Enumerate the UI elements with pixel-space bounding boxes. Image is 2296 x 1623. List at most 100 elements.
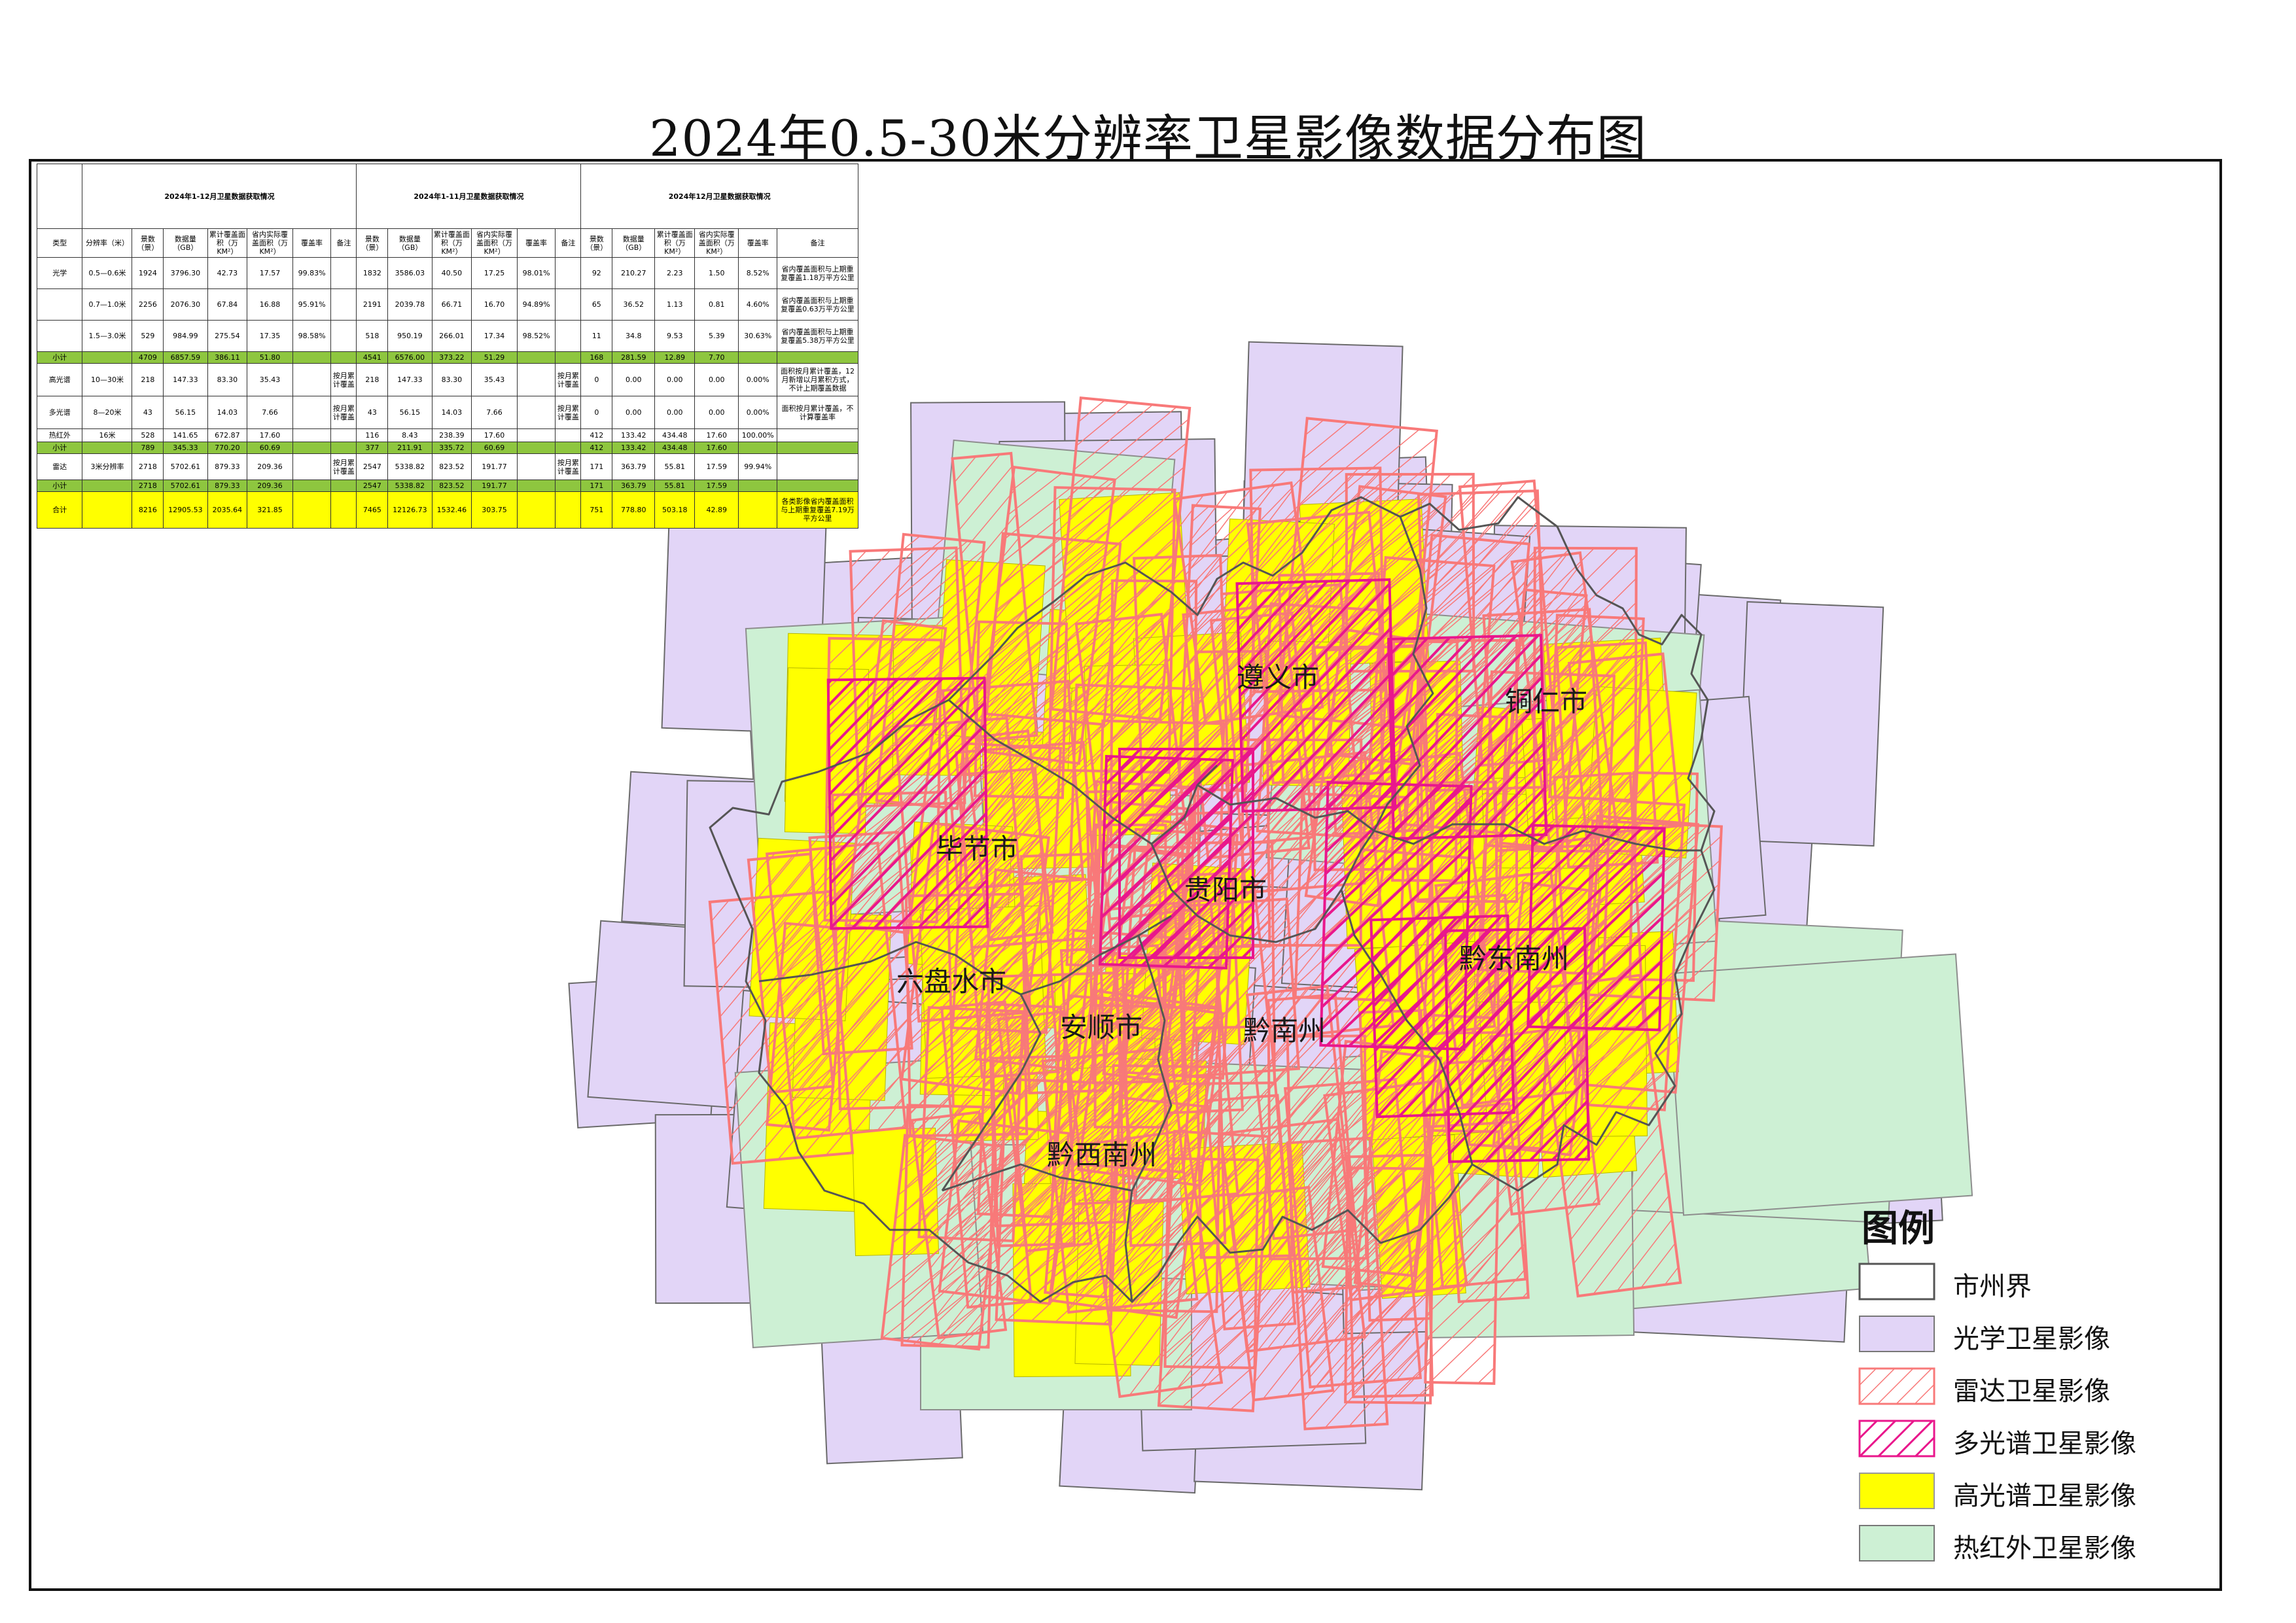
table-cell: 518 (356, 320, 389, 352)
table-cell (292, 363, 332, 396)
table-cell (292, 396, 332, 429)
table-cell (292, 442, 332, 454)
table-cell: 2191 (356, 288, 389, 321)
table-cell: 7465 (356, 491, 389, 529)
table-cell: 0.00 (612, 396, 656, 429)
city-label: 黔西南州 (1047, 1139, 1157, 1171)
table-cell (738, 351, 777, 364)
city-label: 铜仁市 (1505, 686, 1587, 718)
table-cell: 133.42 (612, 428, 656, 442)
table-cell: 0.81 (694, 288, 739, 321)
table-cell (555, 491, 582, 529)
table-cell (555, 428, 582, 442)
table-row: 小计 2718 5702.61 879.33 209.36 2547 5338.82 823.… (36, 480, 858, 492)
optical-footprint (1737, 601, 1884, 847)
table-column-header: 累计覆盖面积（万KM²） (654, 228, 696, 258)
table-cell: 99.94% (738, 453, 777, 480)
table-cell: 0.00% (738, 363, 777, 396)
legend-item-boundary: 市州界 (1858, 1263, 2199, 1302)
table-cell-type: 小计 (36, 351, 83, 364)
table-cell: 751 (580, 491, 613, 529)
table-cell (36, 164, 83, 229)
table-cell: 0.00 (694, 396, 739, 429)
table-cell: 191.77 (471, 480, 518, 492)
table-cell: 386.11 (207, 351, 248, 364)
table-cell: 17.60 (247, 428, 293, 442)
table-cell: 42.89 (694, 491, 739, 529)
legend-label: 市州界 (1953, 1272, 2032, 1302)
table-cell (777, 480, 858, 492)
table-cell: 141.65 (163, 428, 208, 442)
table-cell: 210.27 (612, 257, 656, 289)
table-cell (516, 363, 556, 396)
table-cell: 98.58% (292, 320, 332, 352)
legend-label: 高光谱卫星影像 (1953, 1481, 2136, 1511)
legend-item-radar: 雷达卫星影像 (1858, 1367, 2199, 1406)
table-cell: 36.52 (612, 288, 656, 321)
table-column-header: 累计覆盖面积（万KM²） (431, 228, 472, 258)
table-cell (516, 396, 556, 429)
table-cell: 35.43 (247, 363, 293, 396)
table-cell: 147.33 (163, 363, 208, 396)
table-cell: 1.13 (654, 288, 696, 321)
table-cell: 8.52% (738, 257, 777, 289)
table-cell (292, 491, 332, 529)
table-cell: 363.79 (612, 453, 656, 480)
table-column-header: 备注 (555, 228, 582, 258)
table-cell: 363.79 (612, 480, 656, 492)
table-cell (516, 480, 556, 492)
table-cell (555, 320, 582, 352)
legend-label: 多光谱卫星影像 (1953, 1429, 2136, 1459)
table-cell (82, 351, 133, 364)
table-cell: 12126.73 (387, 491, 433, 529)
table-cell: 51.29 (471, 351, 518, 364)
table-cell: 按月累计覆盖 (555, 453, 582, 480)
table-column-header: 备注 (777, 228, 858, 258)
table-cell: 省内覆盖面积与上期重复覆盖1.18万平方公里 (777, 257, 858, 289)
table-cell: 67.84 (207, 288, 248, 321)
table-cell (555, 288, 582, 321)
table-cell: 17.60 (694, 428, 739, 442)
table-cell: 8.43 (387, 428, 433, 442)
table-cell: 2547 (356, 453, 389, 480)
legend-label: 雷达卫星影像 (1953, 1376, 2110, 1406)
table-cell (738, 480, 777, 492)
table-cell: 2718 (132, 480, 164, 492)
table-column-header: 数据量（GB） (163, 228, 208, 258)
table-cell: 17.35 (247, 320, 293, 352)
multispectral-footprint (1527, 824, 1666, 1032)
table-cell: 55.81 (654, 453, 696, 480)
table-cell: 5702.61 (163, 453, 208, 480)
table-cell: 1.5—3.0米 (82, 320, 133, 352)
table-cell: 209.36 (247, 480, 293, 492)
table-cell-type: 小计 (36, 480, 83, 492)
table-cell: 1532.46 (431, 491, 472, 529)
table-cell: 1832 (356, 257, 389, 289)
table-cell: 43 (132, 396, 164, 429)
table-cell (330, 320, 357, 352)
table-cell: 528 (132, 428, 164, 442)
table-cell: 1924 (132, 257, 164, 289)
city-label: 黔东南州 (1459, 943, 1569, 975)
table-cell: 12905.53 (163, 491, 208, 529)
table-cell-type: 光学 (36, 257, 83, 289)
city-label: 毕节市 (936, 833, 1018, 865)
table-cell: 17.34 (471, 320, 518, 352)
table-cell: 42.73 (207, 257, 248, 289)
table-group-header: 2024年1-11月卫星数据获取情况 (356, 164, 582, 229)
table-row: 高光谱 10—30米 218 147.33 83.30 35.43 按月累计覆盖 218 147… (36, 363, 858, 396)
table-column-header: 类型 (36, 228, 83, 258)
table-cell: 7.70 (694, 351, 739, 364)
table-cell: 823.52 (431, 453, 472, 480)
table-column-header: 省内实际覆盖面积（万KM²） (247, 228, 293, 258)
table-cell: 7.66 (471, 396, 518, 429)
table-cell (292, 351, 332, 364)
table-row: 0.7—1.0米 2256 2076.30 67.84 16.88 95.91% 2191 2… (36, 288, 858, 321)
table-cell (777, 442, 858, 454)
table-cell: 503.18 (654, 491, 696, 529)
table-row: 小计 4709 6857.59 386.11 51.80 4541 6576.00 373.2… (36, 351, 858, 364)
table-column-header: 景数（景） (580, 228, 613, 258)
table-header-row: 类型 分辨率（米） 景数（景） 数据量（GB） 累计覆盖面积（万KM²） 省内实际覆盖面积… (36, 228, 858, 258)
city-label: 贵阳市 (1184, 874, 1267, 906)
table-cell: 168 (580, 351, 613, 364)
